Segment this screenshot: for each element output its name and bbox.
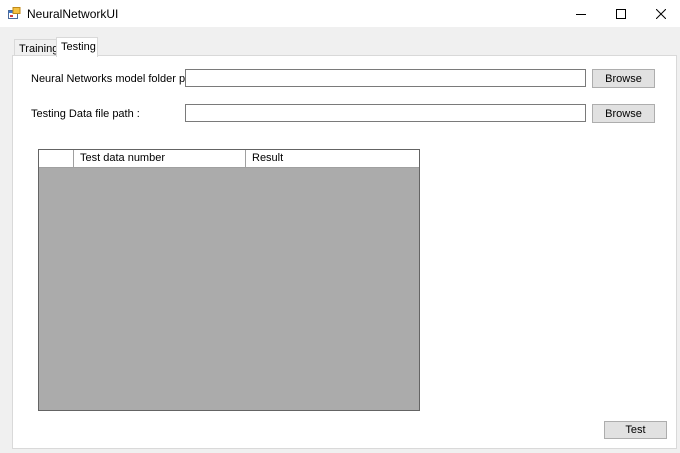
test-button[interactable]: Test: [604, 421, 667, 439]
tab-training-label: Training: [19, 43, 59, 55]
test-button-label: Test: [625, 424, 646, 436]
model-path-input[interactable]: [185, 69, 586, 87]
close-icon: [656, 8, 666, 19]
browse-test-data-button[interactable]: Browse: [592, 104, 655, 123]
close-button[interactable]: [638, 0, 680, 27]
app-icon: [8, 7, 21, 20]
test-data-input[interactable]: [185, 104, 586, 122]
maximize-icon: [616, 8, 626, 19]
column-test-data-number[interactable]: Test data number: [74, 150, 246, 167]
browse-test-data-button-label: Browse: [605, 107, 642, 120]
window-title: NeuralNetworkUI: [27, 7, 119, 21]
results-grid[interactable]: Test data number Result: [38, 149, 420, 411]
grid-header: Test data number Result: [39, 150, 419, 168]
test-data-label: Testing Data file path :: [31, 108, 140, 120]
row-header-column[interactable]: [39, 150, 74, 167]
tab-testing[interactable]: Testing: [56, 37, 98, 57]
browse-model-button-label: Browse: [605, 72, 642, 85]
title-bar[interactable]: NeuralNetworkUI: [0, 0, 680, 27]
browse-model-button[interactable]: Browse: [592, 69, 655, 88]
tab-testing-label: Testing: [61, 41, 96, 53]
minimize-icon: [576, 13, 586, 15]
tab-training[interactable]: Training: [14, 39, 59, 56]
model-path-label: Neural Networks model folder path :: [31, 73, 207, 85]
column-result[interactable]: Result: [246, 150, 419, 167]
